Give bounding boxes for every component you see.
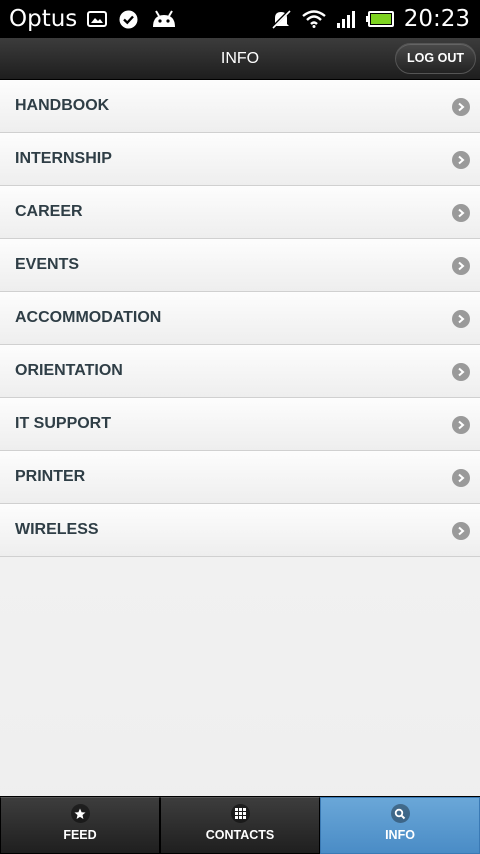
chevron-right-icon [452, 310, 470, 328]
list-item-career[interactable]: CAREER [0, 186, 480, 239]
star-icon [70, 804, 90, 823]
list-item-label: HANDBOOK [15, 97, 110, 114]
list-item-label: INTERNSHIP [15, 150, 112, 167]
chevron-right-icon [452, 151, 470, 169]
status-clock: 20:23 [403, 6, 470, 32]
list-item-label: IT SUPPORT [15, 415, 112, 432]
list-item-label: ACCOMMODATION [15, 309, 162, 326]
tab-contacts[interactable]: CONTACTS [160, 797, 320, 854]
android-icon [150, 9, 178, 29]
battery-icon [365, 11, 394, 27]
chevron-right-icon [452, 98, 470, 116]
tab-feed[interactable]: FEED [0, 797, 160, 854]
wifi-icon [301, 10, 326, 28]
chevron-right-icon [452, 204, 470, 222]
tab-label: FEED [63, 828, 97, 842]
search-icon [390, 804, 410, 823]
signal-icon [336, 10, 356, 28]
image-icon [87, 11, 108, 27]
chevron-right-icon [452, 363, 470, 381]
carrier-name: Optus [9, 6, 78, 32]
list-item-printer[interactable]: PRINTER [0, 451, 480, 504]
list-item-label: WIRELESS [15, 521, 99, 538]
list-item-label: CAREER [15, 203, 83, 220]
muted-bell-icon [270, 9, 292, 29]
info-list: HANDBOOK INTERNSHIP CAREER EVENTS ACCOMM… [0, 80, 480, 557]
list-item-wireless[interactable]: WIRELESS [0, 504, 480, 557]
chevron-right-icon [452, 416, 470, 434]
header-bar: INFO LOG OUT [0, 38, 480, 80]
list-item-events[interactable]: EVENTS [0, 239, 480, 292]
list-item-it-support[interactable]: IT SUPPORT [0, 398, 480, 451]
list-item-accommodation[interactable]: ACCOMMODATION [0, 292, 480, 345]
chevron-right-icon [452, 469, 470, 487]
list-item-label: PRINTER [15, 468, 86, 485]
tab-label: CONTACTS [205, 828, 275, 842]
check-circle-icon [119, 10, 138, 29]
list-item-orientation[interactable]: ORIENTATION [0, 345, 480, 398]
list-item-label: EVENTS [15, 256, 80, 273]
tab-bar: FEED CONTACTS INFO [0, 796, 480, 854]
tab-label: INFO [385, 828, 415, 842]
chevron-right-icon [452, 257, 470, 275]
logout-button[interactable]: LOG OUT [395, 43, 476, 74]
list-item-handbook[interactable]: HANDBOOK [0, 80, 480, 133]
list-item-label: ORIENTATION [15, 362, 123, 379]
grid-icon [230, 804, 250, 823]
chevron-right-icon [452, 522, 470, 540]
tab-info[interactable]: INFO [320, 797, 480, 854]
status-bar: Optus 20:23 [0, 0, 480, 38]
list-item-internship[interactable]: INTERNSHIP [0, 133, 480, 186]
